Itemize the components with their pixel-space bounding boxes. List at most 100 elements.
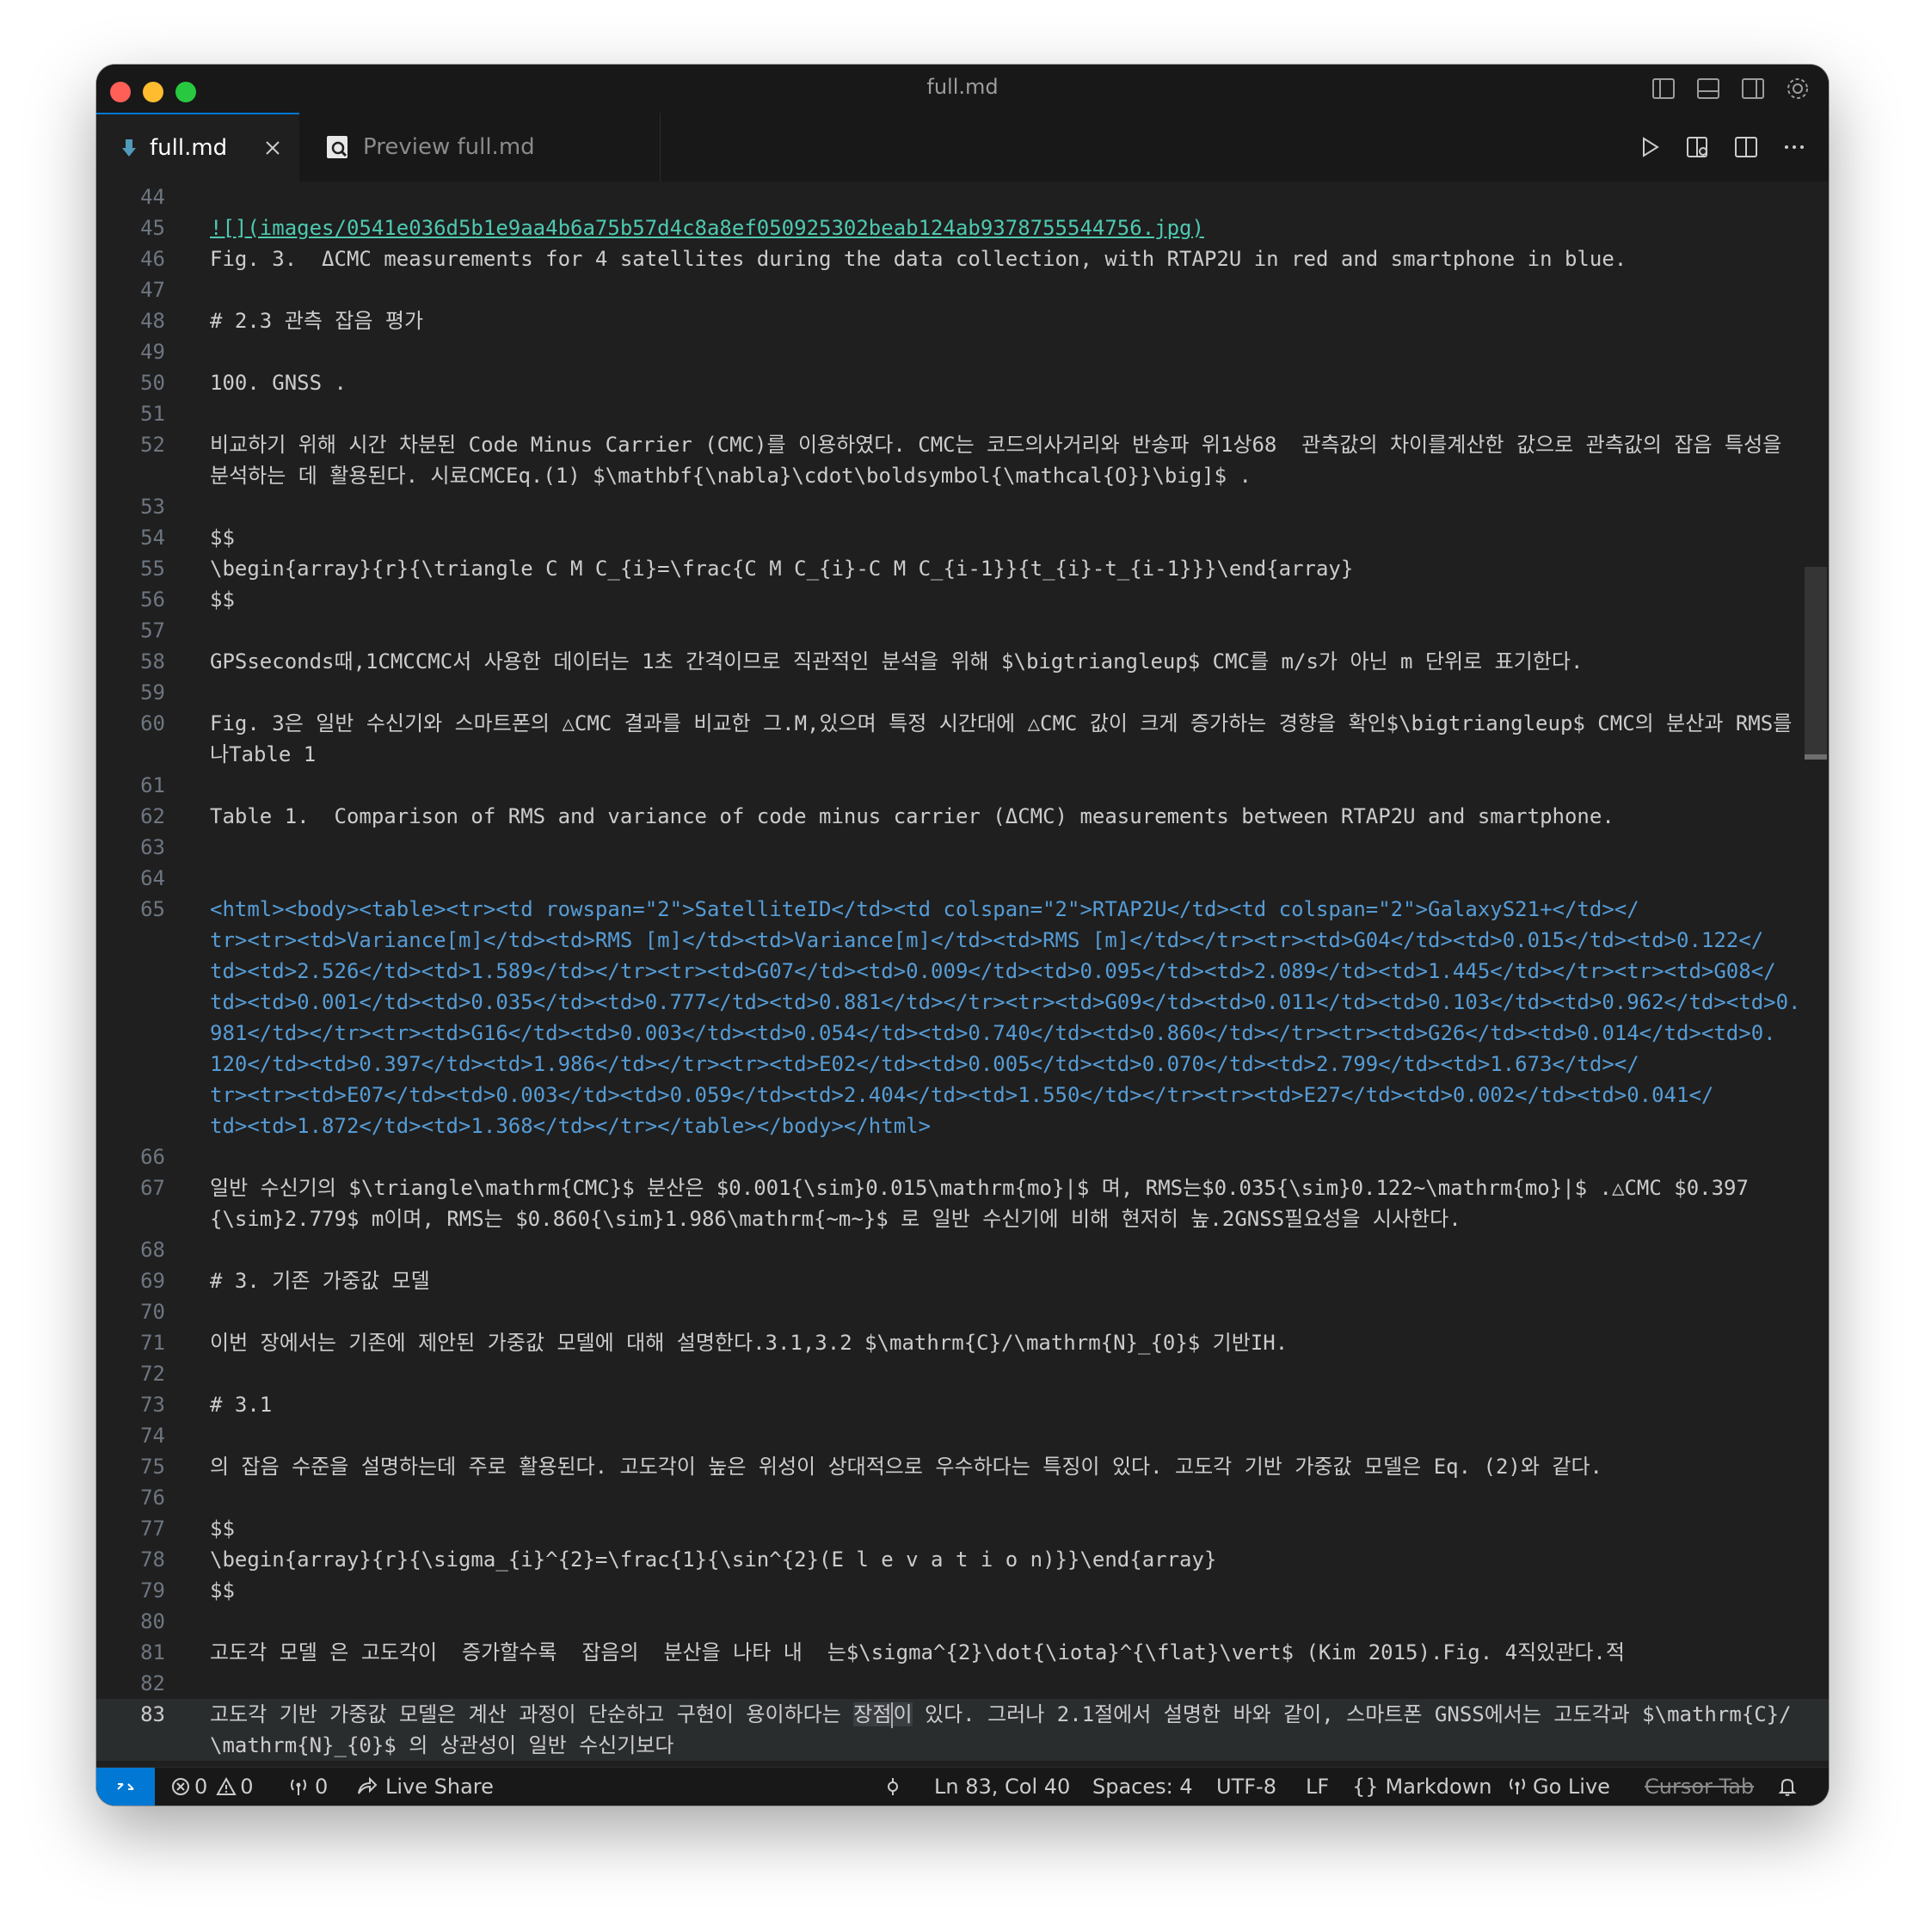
line-number: 79	[140, 1578, 165, 1603]
line-text: 일반 수신기의 $\triangle\mathrm{CMC}$ 분산은 $0.0…	[210, 1176, 1749, 1200]
braces-icon: {}	[1352, 1775, 1379, 1799]
split-editor-icon[interactable]	[1732, 133, 1760, 161]
encoding-setting[interactable]: UTF-8	[1216, 1768, 1276, 1806]
problems-indicator[interactable]: 0 0	[170, 1768, 254, 1806]
status-bar: 0 0 0 Live Share Ln 83, Col 40 Spaces: 4…	[96, 1767, 1829, 1806]
line-number: 44	[140, 185, 165, 209]
ports-count: 0	[315, 1775, 329, 1799]
editor-line: 79 $$	[96, 1575, 1829, 1606]
line-number: 74	[140, 1424, 165, 1448]
line-number: 49	[140, 340, 165, 364]
ports-indicator[interactable]: 0	[287, 1768, 328, 1806]
commit-indicator[interactable]	[883, 1768, 903, 1806]
line-text: $$	[210, 588, 235, 612]
tab-full-md[interactable]: full.md	[96, 113, 299, 182]
toggle-primary-sidebar-icon[interactable]	[1650, 75, 1677, 102]
editor-line: 78 \begin{array}{r}{\sigma_{i}^{2}=\frac{…	[96, 1544, 1829, 1575]
language-mode[interactable]: {} Markdown	[1352, 1768, 1491, 1806]
html-code-line: tr><tr><td>E07</td><td>0.003</td><td>0.0…	[210, 1083, 1714, 1107]
line-text: $$	[210, 526, 235, 550]
editor-line: 71 이번 장에서는 기존에 제안된 가중값 모델에 대해 설명한다.3.1,3.…	[96, 1327, 1829, 1358]
editor-line: 74	[96, 1420, 1829, 1451]
line-number: 78	[140, 1547, 165, 1572]
live-share-button[interactable]: Live Share	[356, 1768, 494, 1806]
vertical-scrollbar[interactable]	[1803, 182, 1829, 1775]
line-text: Fig. 3은 일반 수신기와 스마트폰의 △CMC 결과를 비교한 그.M,있…	[210, 711, 1793, 735]
title-bar: full.md	[96, 65, 1829, 113]
line-text: \begin{array}{r}{\triangle C M C_{i}=\fr…	[210, 557, 1354, 581]
editor-line: 66	[96, 1141, 1829, 1172]
line-number: 45	[140, 216, 165, 240]
scrollbar-thumb[interactable]	[1805, 567, 1827, 756]
word-highlight: 이	[893, 1702, 913, 1726]
line-number: 62	[140, 804, 165, 828]
line-text: 의 잡음 수준을 설명하는데 주로 활용된다. 고도각이 높은 위성이 상대적으…	[210, 1455, 1602, 1479]
more-actions-icon[interactable]	[1780, 133, 1808, 161]
eol-setting[interactable]: LF	[1306, 1768, 1329, 1806]
bell-icon	[1778, 1778, 1797, 1796]
indentation-setting[interactable]: Spaces: 4	[1092, 1768, 1193, 1806]
notifications-button[interactable]	[1777, 1768, 1798, 1806]
heading-text: # 3. 기존 가중값 모델	[210, 1269, 430, 1293]
line-number: 69	[140, 1269, 165, 1293]
line-number: 81	[140, 1640, 165, 1664]
editor-line: 56 $$	[96, 584, 1829, 615]
close-icon[interactable]	[260, 135, 286, 161]
cursor-tab-toggle[interactable]: Cursor Tab	[1645, 1768, 1754, 1806]
line-number: 56	[140, 588, 165, 612]
tab-preview-full-md[interactable]: Preview full.md	[299, 113, 661, 182]
html-code-line: tr><tr><td>Variance[m]</td><td>RMS [m]</…	[210, 928, 1764, 952]
remote-indicator[interactable]	[96, 1768, 155, 1806]
warning-count: 0	[240, 1775, 254, 1799]
markdown-file-icon	[120, 138, 138, 158]
line-number: 80	[140, 1609, 165, 1634]
editor-line: 77 $$	[96, 1513, 1829, 1544]
error-icon	[172, 1778, 189, 1795]
line-text-part: 있다. 그러나 2.1절에서 설명한 바와 같이, 스마트폰 GNSS에서는 고…	[912, 1702, 1792, 1726]
html-code-line: 120</td><td>0.397</td><td>1.986</td></tr…	[210, 1052, 1639, 1076]
run-icon[interactable]	[1636, 133, 1664, 161]
editor-actions	[1636, 133, 1808, 161]
line-number: 71	[140, 1331, 165, 1355]
heading-text: # 3.1	[210, 1393, 273, 1417]
line-text: GPSseconds때,1CMCCMC서 사용한 데이터는 1초 간격이므로 직…	[210, 649, 1584, 674]
editor-line: 59	[96, 677, 1829, 708]
editor-line: 68	[96, 1234, 1829, 1265]
editor-line: 75 의 잡음 수준을 설명하는데 주로 활용된다. 고도각이 높은 위성이 상대…	[96, 1451, 1829, 1482]
editor-line: 51	[96, 398, 1829, 429]
cursor-position[interactable]: Ln 83, Col 40	[934, 1768, 1070, 1806]
go-live-button[interactable]: Go Live	[1507, 1768, 1610, 1806]
line-text: $$	[210, 1517, 235, 1541]
editor-line: 48 # 2.3 관측 잡음 평가	[96, 305, 1829, 336]
line-text: Table 1. Comparison of RMS and variance …	[210, 804, 1614, 828]
open-preview-to-side-icon[interactable]	[1684, 133, 1712, 161]
line-number: 77	[140, 1517, 165, 1541]
toggle-secondary-sidebar-icon[interactable]	[1739, 75, 1767, 102]
line-number: 54	[140, 526, 165, 550]
tab-label: Preview full.md	[363, 134, 535, 160]
editor-line: 44	[96, 182, 1829, 212]
line-number: 76	[140, 1486, 165, 1510]
language-label: Markdown	[1385, 1775, 1492, 1799]
gear-icon[interactable]	[1784, 75, 1811, 102]
editor-line: 45 ![](images/0541e036d5b1e9aa4b6a75b57d4…	[96, 212, 1829, 243]
broadcast-icon	[291, 1779, 306, 1795]
editor-line-current: 83 고도각 기반 가중값 모델은 계산 과정이 단순하고 구현이 용이하다는 …	[96, 1699, 1829, 1761]
editor-line: 64	[96, 863, 1829, 894]
editor-line: 46 Fig. 3. ΔCMC measurements for 4 satell…	[96, 243, 1829, 274]
line-number: 72	[140, 1362, 165, 1386]
line-number: 64	[140, 866, 165, 890]
line-text: $$	[210, 1578, 235, 1603]
line-number: 47	[140, 278, 165, 302]
line-number: 82	[140, 1671, 165, 1695]
image-link[interactable]: ![](images/0541e036d5b1e9aa4b6a75b57d4c8…	[210, 212, 1803, 243]
editor-line: 63	[96, 832, 1829, 863]
preview-icon	[325, 134, 351, 160]
word-highlight: 장점	[853, 1702, 892, 1726]
heading-text: # 2.3 관측 잡음 평가	[210, 309, 424, 333]
window-title: full.md	[926, 75, 999, 99]
line-number: 75	[140, 1455, 165, 1479]
editor-area[interactable]: 44 45 ![](images/0541e036d5b1e9aa4b6a75b5…	[96, 182, 1829, 1775]
toggle-panel-icon[interactable]	[1694, 75, 1722, 102]
error-count: 0	[194, 1775, 208, 1799]
